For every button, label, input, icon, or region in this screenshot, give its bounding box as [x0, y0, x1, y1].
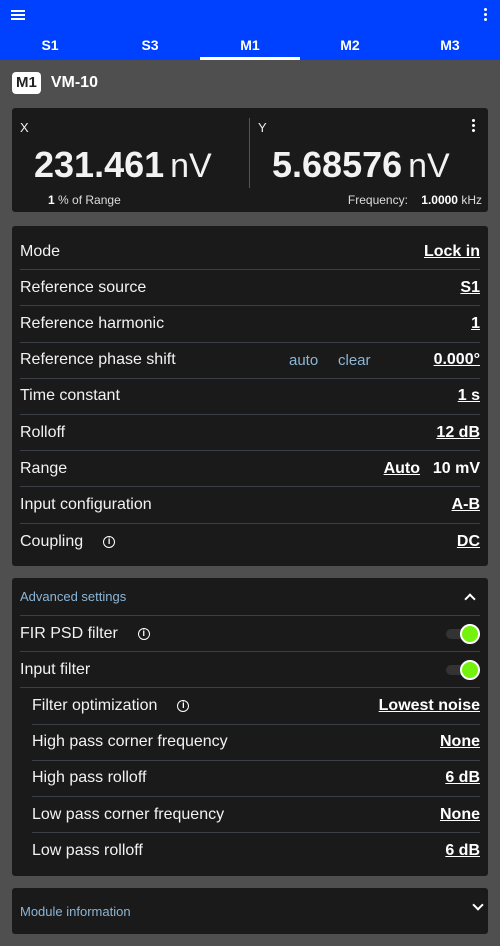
setting-rolloff: Rolloff 12 dB — [20, 415, 480, 452]
tab-m1[interactable]: M1 — [200, 32, 300, 60]
measurement-more-button[interactable] — [470, 119, 476, 135]
advanced-settings-header[interactable]: Advanced settings — [20, 578, 480, 616]
setting-time-constant: Time constant 1 s — [20, 379, 480, 415]
advanced-settings-title[interactable]: Advanced settings — [20, 589, 126, 604]
setting-high-pass-corner: High pass corner frequency None — [32, 725, 480, 761]
input-filter-toggle[interactable] — [446, 659, 480, 680]
y-value: 5.68576 nV — [272, 144, 450, 185]
module-name: VM-10 — [50, 74, 98, 91]
frequency-readout: Frequency: 1.0000 kHz — [347, 193, 482, 207]
time-constant-value[interactable]: 1 s — [458, 387, 480, 405]
module-header: M1 VM-10 — [12, 72, 98, 94]
phase-clear-button[interactable]: clear — [338, 352, 371, 369]
hamburger-icon — [11, 10, 25, 12]
setting-input-configuration: Input configuration A-B — [20, 487, 480, 524]
reference-source-value[interactable]: S1 — [460, 279, 480, 297]
setting-input-filter: Input filter — [20, 652, 480, 689]
kebab-menu-icon — [483, 8, 487, 11]
setting-mode: Mode Lock in — [20, 234, 480, 271]
setting-low-pass-rolloff: Low pass rolloff 6 dB — [32, 842, 480, 860]
setting-low-pass-corner: Low pass corner frequency None — [32, 797, 480, 834]
high-pass-rolloff-value[interactable]: 6 dB — [445, 769, 480, 787]
phase-shift-value[interactable]: 0.000° — [434, 351, 480, 369]
info-icon[interactable]: i — [103, 535, 116, 548]
module-information-card[interactable]: Module information — [12, 888, 488, 934]
setting-range: Range Auto 10 mV — [20, 451, 480, 488]
info-icon[interactable]: i — [177, 699, 190, 712]
fir-psd-filter-toggle[interactable] — [446, 623, 480, 644]
measurement-card: X 231.461 nV 1 % of Range Y 5.68576 nV Fre… — [12, 108, 488, 212]
setting-fir-psd-filter: FIR PSD filter i — [20, 616, 480, 653]
filter-optimization-value[interactable]: Lowest noise — [379, 697, 480, 715]
tab-s3[interactable]: S3 — [100, 32, 200, 60]
tab-m3[interactable]: M3 — [400, 32, 500, 60]
low-pass-corner-value[interactable]: None — [440, 806, 480, 824]
x-readout: X 231.461 nV 1 % of Range — [12, 108, 250, 212]
range-auto-button[interactable]: Auto — [384, 460, 420, 478]
reference-harmonic-value[interactable]: 1 — [471, 315, 480, 333]
x-label: X — [20, 120, 29, 135]
menu-button[interactable] — [11, 10, 25, 21]
phase-auto-button[interactable]: auto — [289, 352, 318, 369]
chevron-down-icon[interactable] — [472, 899, 484, 911]
low-pass-rolloff-value[interactable]: 6 dB — [445, 842, 480, 860]
x-range-percent: 1 % of Range — [48, 193, 121, 207]
mode-value[interactable]: Lock in — [424, 243, 480, 261]
setting-reference-source: Reference source S1 — [20, 270, 480, 307]
kebab-menu-icon — [471, 119, 475, 122]
info-icon[interactable]: i — [137, 627, 150, 640]
setting-coupling: Coupling i DC — [20, 532, 480, 551]
x-value: 231.461 nV — [34, 144, 212, 185]
coupling-value[interactable]: DC — [457, 533, 480, 551]
module-badge: M1 — [12, 72, 41, 94]
more-options-button[interactable] — [482, 8, 488, 24]
setting-filter-optimization: Filter optimization i Lowest noise — [32, 688, 480, 725]
input-configuration-value[interactable]: A-B — [452, 496, 480, 514]
setting-high-pass-rolloff: High pass rolloff 6 dB — [32, 761, 480, 797]
advanced-settings-card: Advanced settings FIR PSD filter i Input… — [12, 578, 488, 876]
module-tabs: S1 S3 M1 M2 M3 — [0, 32, 500, 60]
settings-card: Mode Lock in Reference source S1 Referen… — [12, 226, 488, 566]
tab-s1[interactable]: S1 — [0, 32, 100, 60]
y-label: Y — [258, 120, 267, 135]
setting-reference-phase-shift: Reference phase shift auto clear 0.000° — [20, 343, 480, 379]
module-information-title[interactable]: Module information — [20, 904, 131, 919]
chevron-up-icon[interactable] — [464, 593, 476, 605]
app-bar: S1 S3 M1 M2 M3 — [0, 0, 500, 60]
range-value: 10 mV — [432, 459, 480, 477]
setting-reference-harmonic: Reference harmonic 1 — [20, 306, 480, 343]
high-pass-corner-value[interactable]: None — [440, 733, 480, 751]
rolloff-value[interactable]: 12 dB — [436, 424, 480, 442]
y-readout: Y 5.68576 nV Frequency: 1.0000 kHz — [250, 108, 488, 212]
tab-m2[interactable]: M2 — [300, 32, 400, 60]
